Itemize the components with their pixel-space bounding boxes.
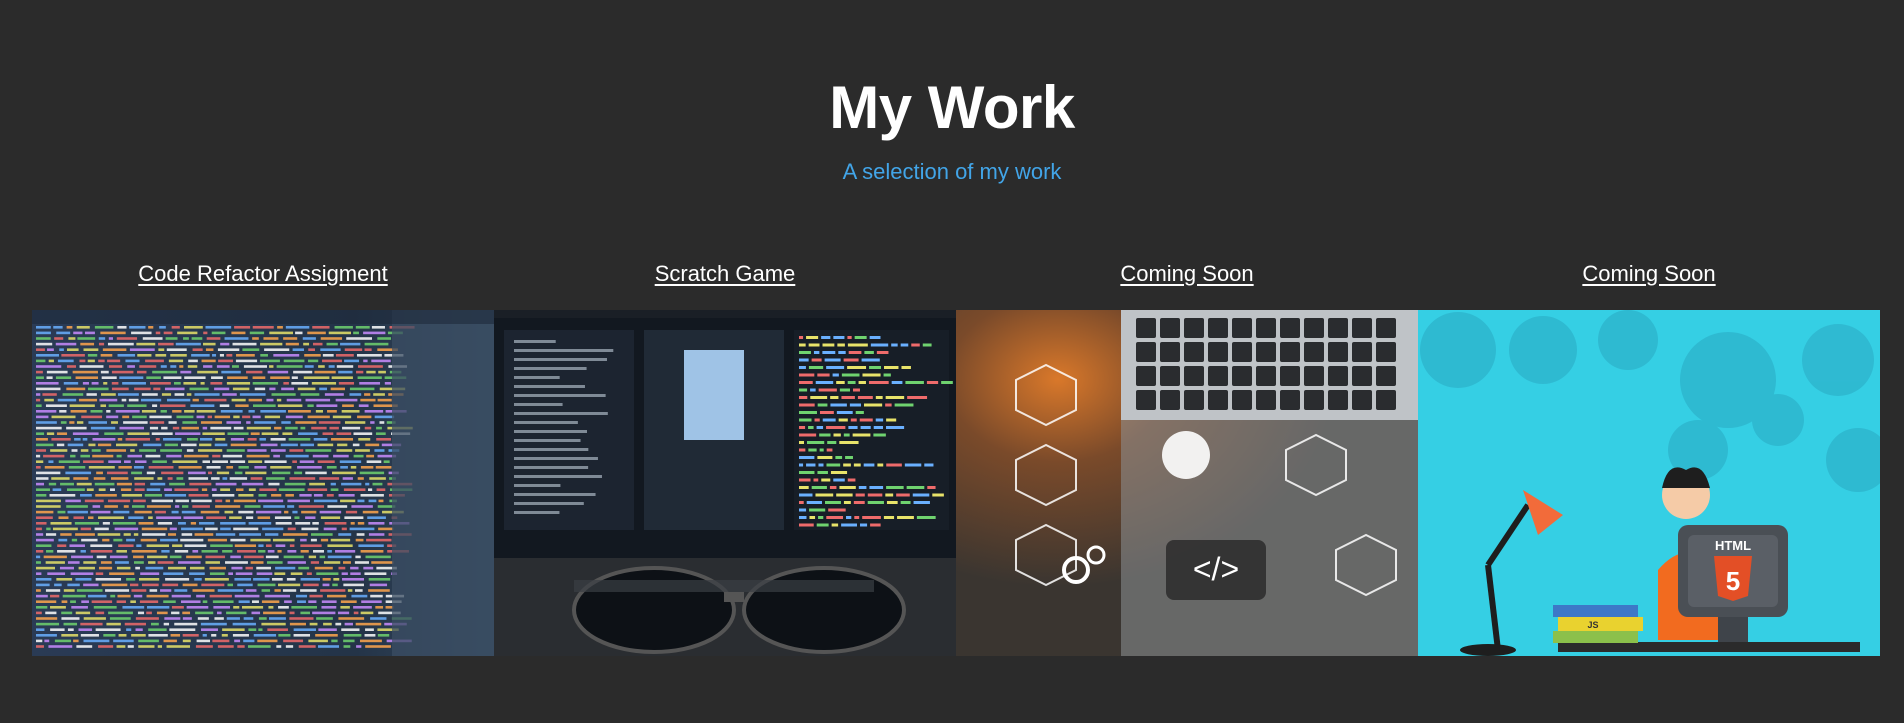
project-title-link[interactable]: Code Refactor Assigment <box>32 256 494 292</box>
project-card: Scratch Game <box>494 256 956 656</box>
project-thumbnail-html5-illustration[interactable]: JS HTML 5 <box>1418 310 1880 656</box>
project-title-link[interactable]: Coming Soon <box>956 256 1418 292</box>
project-thumbnail-laptop-tech[interactable]: </> <box>956 310 1418 656</box>
project-title-link[interactable]: Scratch Game <box>494 256 956 292</box>
project-thumbnail-monitors[interactable] <box>494 310 956 656</box>
project-card: Code Refactor Assigment <box>32 256 494 656</box>
html-label: HTML <box>1715 538 1751 553</box>
svg-text:</>: </> <box>1193 551 1239 587</box>
project-card: Coming Soon <box>1418 256 1880 656</box>
page-subtitle: A selection of my work <box>842 159 1062 184</box>
project-thumbnail-code-screen[interactable] <box>32 310 494 656</box>
js-book-label: JS <box>1587 620 1598 630</box>
project-card: Coming Soon <box>956 256 1418 656</box>
html5-badge-icon: 5 <box>1726 566 1740 596</box>
page-title: My Work <box>829 74 1075 141</box>
project-title-link[interactable]: Coming Soon <box>1418 256 1880 292</box>
project-gallery: Code Refactor Assigment Scratch Game Com… <box>32 256 1880 656</box>
